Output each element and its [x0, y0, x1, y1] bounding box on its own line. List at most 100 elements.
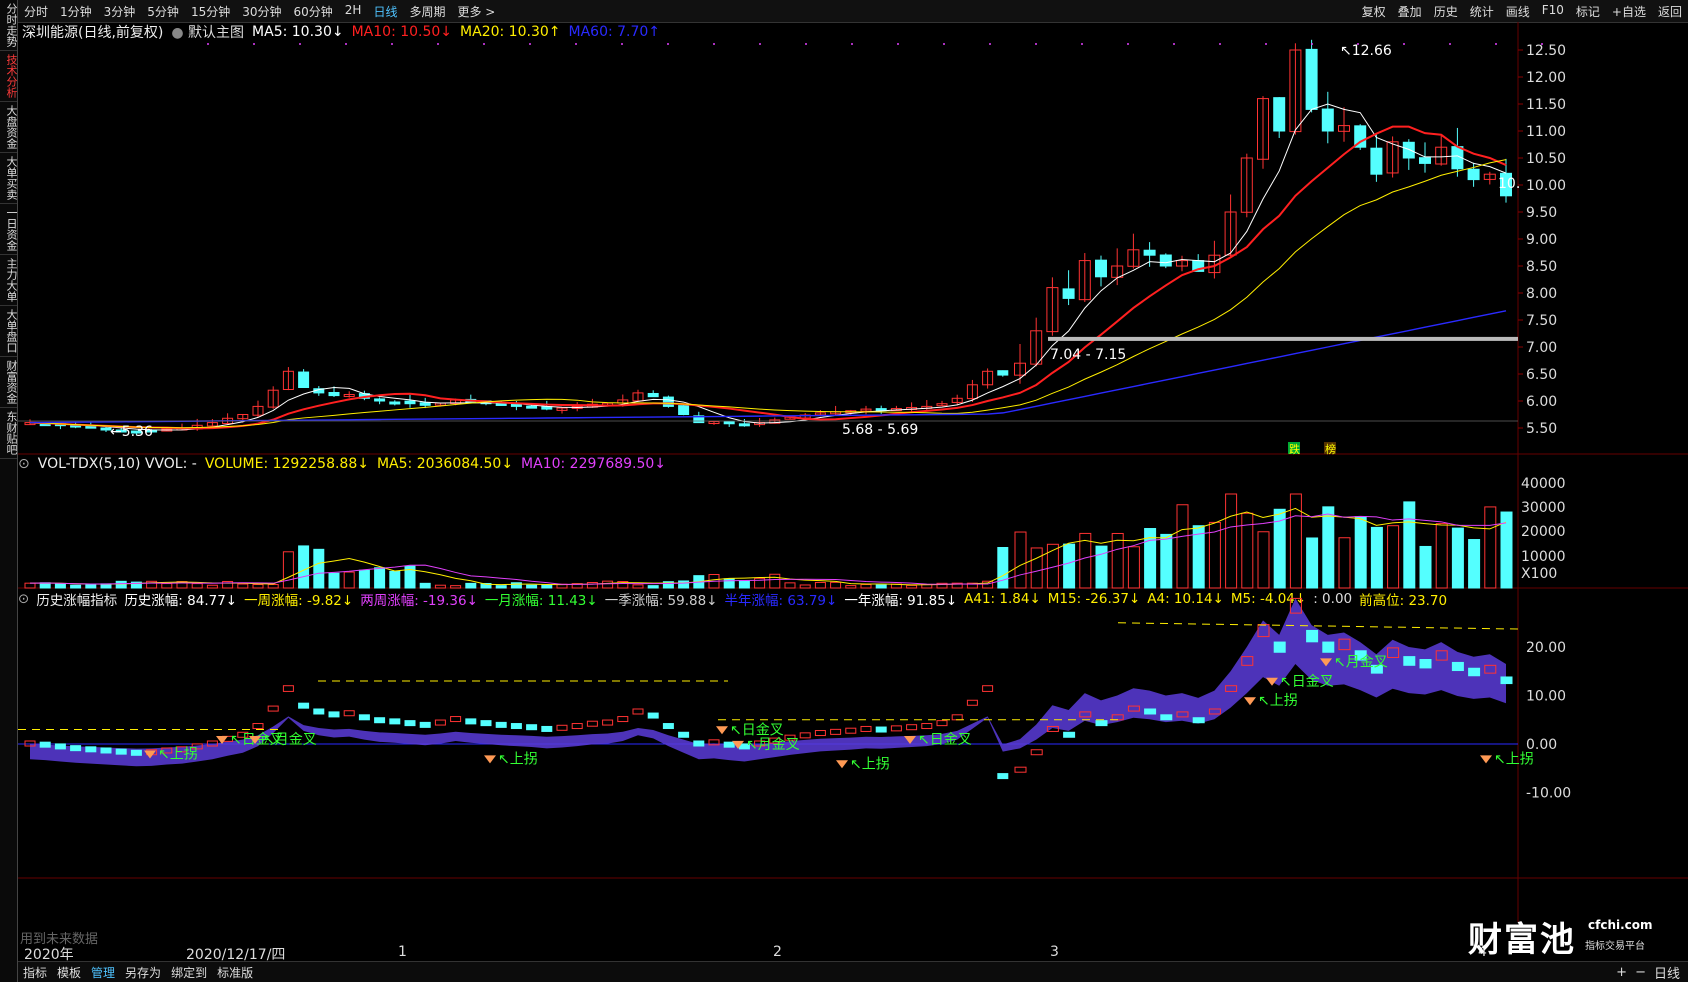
- vol-bar-43: [678, 580, 690, 589]
- price-tick-14: 5.50: [1526, 421, 1557, 437]
- ind-bar-15: [252, 723, 264, 730]
- price-tick-2: 11.50: [1526, 97, 1566, 113]
- toolbar-btn-7[interactable]: +自选: [1606, 3, 1652, 20]
- left-tab-5[interactable]: 主力大单: [0, 255, 18, 306]
- ind-bar-55: [860, 725, 872, 732]
- low-range-label: 5.68 - 5.69: [842, 422, 918, 438]
- left-tab-0[interactable]: 分时走势: [0, 0, 18, 51]
- low-left-label: ←5.36: [110, 424, 153, 440]
- top-dot-10: [667, 43, 669, 45]
- ind-bar-4: [85, 746, 97, 753]
- ind-bar-51: [799, 732, 811, 739]
- period-tab-2[interactable]: 3分钟: [98, 3, 142, 20]
- price-tick-6: 9.50: [1526, 205, 1557, 221]
- signal-icon-8: [1244, 697, 1256, 706]
- vol-bar-64: [997, 547, 1009, 589]
- add-icon[interactable]: +: [1616, 965, 1627, 980]
- bottom-tab-1[interactable]: 模板: [52, 964, 86, 981]
- vol-tick-2: 20000: [1521, 524, 1566, 540]
- price-tick-5: 10.00: [1526, 178, 1566, 194]
- period-tab-0[interactable]: 分时: [18, 3, 54, 20]
- candle-body-25: [404, 400, 416, 405]
- vol-bar-27: [434, 584, 446, 589]
- toolbar-btn-6[interactable]: 标记: [1570, 3, 1606, 20]
- candle-body-81: [1273, 97, 1286, 132]
- top-dot-24: [1311, 43, 1313, 45]
- top-dot-14: [851, 43, 853, 45]
- candle-body-43: [678, 405, 690, 415]
- period-tab-7[interactable]: 2H: [339, 3, 368, 20]
- vol-bar-24: [389, 570, 401, 589]
- top-dot-22: [1219, 43, 1221, 45]
- left-tab-8[interactable]: 东财贴吧: [0, 408, 18, 459]
- ind-tick-0: 20.00: [1526, 640, 1566, 656]
- ind-bar-54: [845, 727, 857, 734]
- bottom-tab-4[interactable]: 绑定到: [166, 964, 212, 981]
- period-tab-4[interactable]: 15分钟: [185, 3, 236, 20]
- vol-bar-86: [1354, 516, 1367, 589]
- vol-tick-4: X100: [1521, 566, 1557, 582]
- signal-8: ↖上拐: [1258, 693, 1298, 709]
- bottom-tab-0[interactable]: 指标: [18, 964, 52, 981]
- period-tab-8[interactable]: 日线: [367, 3, 403, 20]
- left-tab-1[interactable]: 技术分析: [0, 51, 18, 102]
- ma20-line: [29, 159, 1507, 429]
- ind-bar-36: [571, 723, 583, 730]
- vol-bar-9: [161, 583, 173, 589]
- ma10-line: [29, 125, 1507, 430]
- vol-bar-78: [1225, 493, 1238, 589]
- ind-bar-81: [1273, 641, 1286, 653]
- signal-3: ↖上拐: [498, 751, 538, 767]
- left-tab-7[interactable]: 财富资金: [0, 357, 18, 408]
- vol-bar-2: [54, 583, 66, 589]
- ind-bar-63: [982, 685, 994, 692]
- ind-bar-64: [997, 773, 1009, 780]
- date-m2: 2: [773, 944, 782, 960]
- vol-bar-1: [39, 582, 51, 589]
- price-tick-1: 12.00: [1526, 70, 1566, 86]
- period-tab-1[interactable]: 1分钟: [54, 3, 98, 20]
- ind-bar-24: [389, 718, 401, 725]
- toolbar-btn-5[interactable]: F10: [1536, 3, 1570, 20]
- vol-bar-14: [237, 583, 249, 589]
- candle-body-84: [1321, 108, 1334, 132]
- bottom-tab-2[interactable]: 管理: [86, 964, 120, 981]
- vol-bar-34: [541, 584, 553, 589]
- left-tab-4[interactable]: 一日资金: [0, 204, 18, 255]
- left-tab-bar: 分时走势 技术分析 大盘资金 大单买卖 一日资金 主力大单 大单盘口 财富资金 东财贴吧: [0, 0, 18, 982]
- bottom-tab-5[interactable]: 标准版: [212, 964, 258, 981]
- period-tab-5[interactable]: 30分钟: [236, 3, 287, 20]
- period-tab-9[interactable]: 多周期: [403, 3, 451, 20]
- kline-chart[interactable]: 12.50 12.00 11.50 11.00 10.50 10.00 9.50 9.00 8.…: [18, 22, 1688, 942]
- ind-tick-1: 10.00: [1526, 689, 1566, 705]
- top-dot-26: [1403, 43, 1405, 45]
- ind-bar-76: [1192, 717, 1205, 724]
- toolbar-btn-8[interactable]: 返回: [1652, 3, 1688, 20]
- bottom-tab-3[interactable]: 另存为: [120, 964, 166, 981]
- top-dot-3: [345, 43, 347, 45]
- period-tab-3[interactable]: 5分钟: [141, 3, 185, 20]
- toolbar-btn-3[interactable]: 统计: [1464, 3, 1500, 20]
- ind-bar-18: [298, 702, 310, 709]
- minus-icon[interactable]: −: [1635, 965, 1646, 980]
- left-tab-2[interactable]: 大盘资金: [0, 102, 18, 153]
- period-tab-6[interactable]: 60分钟: [288, 3, 339, 20]
- ind-bar-61: [951, 714, 963, 721]
- period-tab-10[interactable]: 更多 >: [451, 3, 501, 20]
- vol-bar-82: [1289, 493, 1302, 589]
- period-label[interactable]: 日线: [1654, 963, 1680, 982]
- candle-body-64: [997, 370, 1009, 376]
- vol-bar-80: [1257, 531, 1270, 589]
- vol-bar-55: [860, 583, 872, 589]
- top-dot-23: [1265, 43, 1267, 45]
- vol-tick-3: 10000: [1521, 549, 1566, 565]
- toolbar-btn-1[interactable]: 叠加: [1392, 3, 1428, 20]
- ind-bar-65: [1014, 766, 1027, 773]
- left-tab-6[interactable]: 大单盘口: [0, 306, 18, 357]
- vol-bar-74: [1160, 533, 1173, 589]
- toolbar-btn-0[interactable]: 复权: [1356, 3, 1392, 20]
- left-tab-3[interactable]: 大单买卖: [0, 153, 18, 204]
- toolbar-btn-4[interactable]: 画线: [1500, 3, 1536, 20]
- vol-bar-16: [267, 584, 279, 589]
- toolbar-btn-2[interactable]: 历史: [1428, 3, 1464, 20]
